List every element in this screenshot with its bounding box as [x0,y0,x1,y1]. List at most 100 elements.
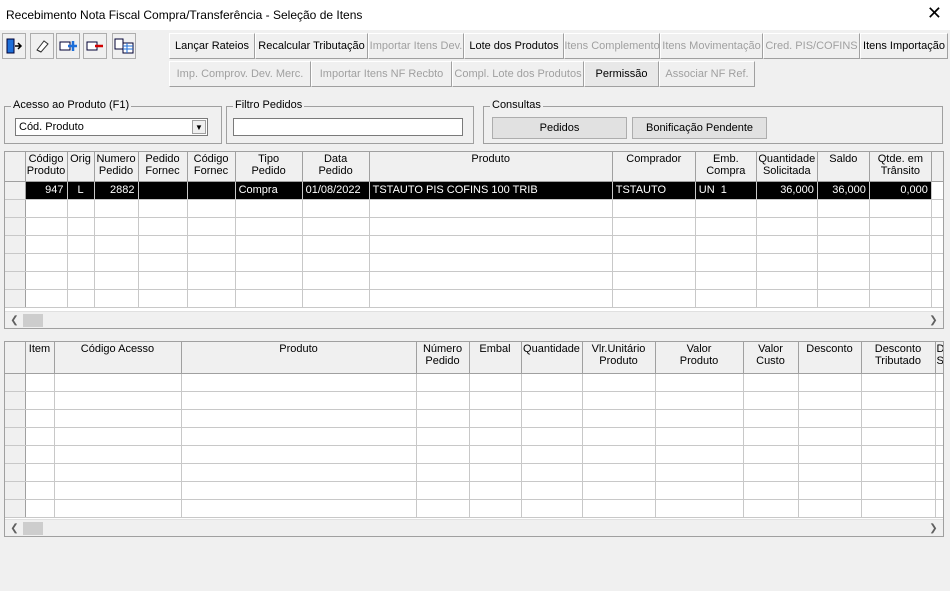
col-item[interactable]: Item [25,342,55,374]
cell-numero-pedido[interactable]: 2882 [94,181,139,200]
pedidos-header-row: Código Produto Orig Numero Pedido Pedido Fo… [5,152,943,182]
table-row[interactable] [5,391,943,410]
col-tipo-pedido[interactable]: Tipo Pedido [235,152,303,182]
col-numero-pedido[interactable]: Numero Pedido [94,152,139,182]
table-row[interactable]: 947 L 2882 Compra 01/08/2022 TSTAUTO PIS… [5,181,943,200]
cell-data-pedido[interactable]: 01/08/2022 [302,181,370,200]
eraser-icon[interactable] [30,33,54,59]
table-row[interactable] [5,409,943,428]
table-row[interactable] [5,427,943,446]
scroll-left-icon[interactable]: ❮ [7,313,22,328]
scroll-thumb[interactable] [23,314,43,327]
acesso-produto-select[interactable]: Cód. Produto ▼ [15,118,208,136]
recalcular-tributacao-button[interactable]: Recalcular Tributação [255,33,368,59]
col-produto[interactable]: Produto [369,152,613,182]
consultas-group: Consultas Pedidos Bonificação Pendente [483,99,943,144]
permissao-button[interactable]: Permissão [584,61,659,87]
acesso-produto-label: Acesso ao Produto (F1) [11,99,132,111]
col-codigo-acesso[interactable]: Código Acesso [54,342,182,374]
cell-qtde-transito[interactable]: 0,000 [869,181,932,200]
bonificacao-pendente-button[interactable]: Bonificação Pendente [632,117,767,139]
cell-saldo[interactable]: 36,000 [817,181,870,200]
itens-header-row: Item Código Acesso Produto Número Pedido … [5,342,943,374]
cell-pedido-fornec[interactable] [138,181,188,200]
col-desconto[interactable]: Desconto [798,342,862,374]
scroll-right-icon[interactable]: ❯ [926,521,941,536]
title-bar: Recebimento Nota Fiscal Compra/Transferê… [0,0,950,30]
imp-comprov-dev-merc-button[interactable]: Imp. Comprov. Dev. Merc. [169,61,311,87]
scroll-thumb[interactable] [23,522,43,535]
table-row[interactable] [5,481,943,500]
associar-nf-ref-button[interactable]: Associar NF Ref. [659,61,755,87]
itens-grid[interactable]: Item Código Acesso Produto Número Pedido … [4,341,944,537]
lote-dos-produtos-button[interactable]: Lote dos Produtos [464,33,564,59]
cell-orig[interactable]: L [67,181,95,200]
col-embal[interactable]: Embal [469,342,522,374]
col-valor-produto[interactable]: Valor Produto [655,342,744,374]
grid-list-icon[interactable] [112,33,136,59]
col-orig[interactable]: Orig [67,152,95,182]
filtro-pedidos-label: Filtro Pedidos [233,99,305,111]
chevron-down-icon[interactable]: ▼ [192,120,206,134]
table-row[interactable] [5,445,943,464]
col-quantidade-solicitada[interactable]: Quantidade Solicitada [756,152,818,182]
col-codigo-fornec[interactable]: Código Fornec [187,152,236,182]
cell-emb-compra[interactable]: UN 1 [695,181,757,200]
col-codigo-produto[interactable]: Código Produto [25,152,68,182]
row-indicator-header [5,152,26,182]
scroll-right-icon[interactable]: ❯ [926,313,941,328]
table-row[interactable] [5,253,943,272]
table-row[interactable] [5,271,943,290]
table-row[interactable] [5,289,943,308]
close-icon[interactable]: ✕ [927,4,942,22]
col-emb-compra[interactable]: Emb. Compra [695,152,757,182]
compl-lote-produtos-button[interactable]: Compl. Lote dos Produtos [452,61,584,87]
cell-codigo-produto[interactable]: 947 [25,181,68,200]
add-item-icon[interactable] [56,33,80,59]
cell-produto[interactable]: TSTAUTO PIS COFINS 100 TRIB [369,181,613,200]
col-data-pedido[interactable]: Data Pedido [302,152,370,182]
cell-comprador[interactable]: TSTAUTO [612,181,696,200]
exit-door-icon[interactable] [2,33,26,59]
window-title: Recebimento Nota Fiscal Compra/Transferê… [6,8,363,22]
table-row[interactable] [5,217,943,236]
cell-codigo-fornec[interactable] [187,181,236,200]
col-valor-custo[interactable]: Valor Custo [743,342,799,374]
col-pedido-fornec[interactable]: Pedido Fornec [138,152,188,182]
table-row[interactable] [5,235,943,254]
remove-item-icon[interactable] [83,33,107,59]
col-produto[interactable]: Produto [181,342,417,374]
col-quantidade[interactable]: Quantidade [521,342,583,374]
lancar-rateios-button[interactable]: Lançar Rateios [169,33,255,59]
importar-itens-dev-button[interactable]: Importar Itens Dev. [368,33,464,59]
col-qtde-transito[interactable]: Qtde. em Trânsito [869,152,932,182]
cell-tipo-pedido[interactable]: Compra [235,181,303,200]
filtro-pedidos-group: Filtro Pedidos [226,99,474,144]
consultas-label: Consultas [490,99,543,111]
pedidos-button[interactable]: Pedidos [492,117,627,139]
acesso-produto-group: Acesso ao Produto (F1) Cód. Produto ▼ [4,99,222,144]
scroll-left-icon[interactable]: ❮ [7,521,22,536]
pedidos-grid[interactable]: Código Produto Orig Numero Pedido Pedido Fo… [4,151,944,329]
table-row[interactable] [5,373,943,392]
acesso-produto-value: Cód. Produto [19,121,84,133]
table-row[interactable] [5,463,943,482]
cell-quantidade-solicitada[interactable]: 36,000 [756,181,818,200]
table-row[interactable] [5,499,943,518]
row-indicator-header [5,342,26,374]
table-row[interactable] [5,199,943,218]
filtro-pedidos-input[interactable] [233,118,463,136]
itens-movimentacao-button[interactable]: Itens Movimentação [660,33,763,59]
col-saldo[interactable]: Saldo [817,152,870,182]
col-vlr-unitario-produto[interactable]: Vlr.Unitário Produto [582,342,656,374]
col-desconto-tributado[interactable]: Desconto Tributado [861,342,936,374]
col-comprador[interactable]: Comprador [612,152,696,182]
importar-itens-nf-recbto-button[interactable]: Importar Itens NF Recbto [311,61,452,87]
itens-importacao-button[interactable]: Itens Importação [860,33,948,59]
cred-pis-cofins-button[interactable]: Cred. PIS/COFINS [763,33,860,59]
itens-horizontal-scrollbar[interactable]: ❮ ❯ [5,519,943,536]
pedidos-horizontal-scrollbar[interactable]: ❮ ❯ [5,311,943,328]
col-truncated[interactable]: DS [935,342,943,374]
col-numero-pedido[interactable]: Número Pedido [416,342,470,374]
itens-complemento-button[interactable]: Itens Complemento [564,33,660,59]
